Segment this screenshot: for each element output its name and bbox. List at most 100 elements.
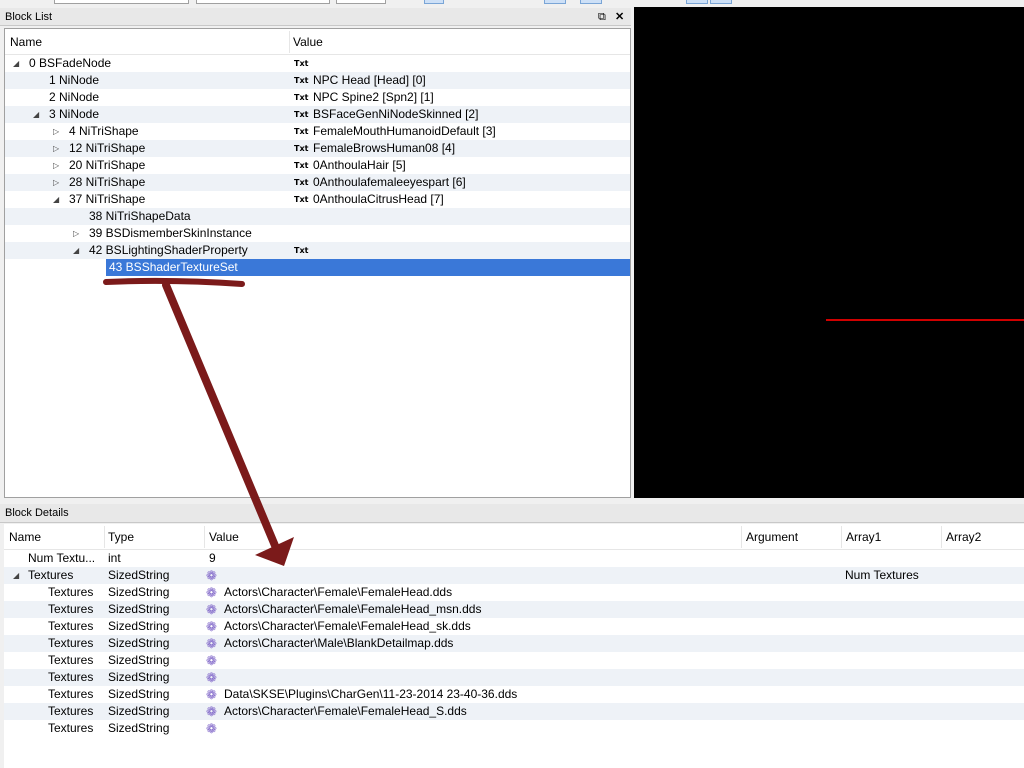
column-header-argument[interactable]: Argument xyxy=(746,524,798,550)
detail-type: SizedString xyxy=(108,636,170,650)
render-viewport[interactable] xyxy=(634,7,1024,498)
tree-row-selected[interactable]: 43 BSShaderTextureSet xyxy=(5,259,630,276)
toolbar-toggle-button[interactable] xyxy=(544,0,566,4)
sized-string-value-icon: ❁ xyxy=(206,568,217,583)
sized-string-value-icon: ❁ xyxy=(206,704,217,719)
detail-type: SizedString xyxy=(108,721,170,735)
tree-expanded-icon[interactable]: ◢ xyxy=(53,191,63,208)
detail-value[interactable]: Data\SKSE\Plugins\CharGen\11-23-2014 23-… xyxy=(224,686,517,703)
tree-row-name: 1 NiNode xyxy=(49,73,100,87)
tree-expanded-icon[interactable]: ◢ xyxy=(13,55,23,72)
render-axis-line xyxy=(826,319,1024,321)
detail-value[interactable]: 9 xyxy=(209,550,216,567)
toolbar-toggle-button[interactable] xyxy=(710,0,732,4)
detail-name: Textures xyxy=(48,653,94,667)
tree-collapsed-icon[interactable]: ▷ xyxy=(53,140,63,157)
tree-collapsed-icon[interactable]: ▷ xyxy=(53,174,63,191)
column-header-array2[interactable]: Array2 xyxy=(946,524,981,550)
tree-row[interactable]: 2 NiNode Txt NPC Spine2 [Spn2] [1] xyxy=(5,89,630,106)
detail-type: SizedString xyxy=(108,602,170,616)
detail-value[interactable]: Actors\Character\Female\FemaleHead_S.dds xyxy=(224,703,467,720)
column-header-value[interactable]: Value xyxy=(293,29,323,55)
tree-row[interactable]: ◢ 3 NiNode Txt BSFaceGenNiNodeSkinned [2… xyxy=(5,106,630,123)
text-value-icon: Txt xyxy=(294,93,309,102)
tree-row[interactable]: ◢ 42 BSLightingShaderProperty Txt xyxy=(5,242,630,259)
column-header-name[interactable]: Name xyxy=(10,29,42,55)
toolbar-field[interactable] xyxy=(196,0,330,4)
block-list-tree[interactable]: Name Value ◢ 0 BSFadeNode Txt 1 NiNode T… xyxy=(4,28,631,498)
column-header-name[interactable]: Name xyxy=(9,524,41,550)
detail-value[interactable]: Actors\Character\Female\FemaleHead_msn.d… xyxy=(224,601,481,618)
tree-row[interactable]: ◢ 0 BSFadeNode Txt xyxy=(5,55,630,72)
tree-row[interactable]: 38 NiTriShapeData xyxy=(5,208,630,225)
sized-string-value-icon: ❁ xyxy=(206,670,217,685)
sized-string-value-icon: ❁ xyxy=(206,721,217,736)
column-header-value[interactable]: Value xyxy=(209,524,239,550)
detail-name: Textures xyxy=(48,704,94,718)
detail-value[interactable]: Actors\Character\Female\FemaleHead_sk.dd… xyxy=(224,618,471,635)
tree-row-name: 38 NiTriShapeData xyxy=(89,209,191,223)
detail-row[interactable]: Num Textu... int 9 xyxy=(4,550,1024,567)
detail-array1: Num Textures xyxy=(845,568,919,582)
tree-row[interactable]: 1 NiNode Txt NPC Head [Head] [0] xyxy=(5,72,630,89)
tree-collapsed-icon[interactable]: ▷ xyxy=(53,157,63,174)
detail-type: SizedString xyxy=(108,670,170,684)
detail-value[interactable]: Actors\Character\Female\FemaleHead.dds xyxy=(224,584,452,601)
detail-name: Textures xyxy=(48,636,94,650)
tree-row[interactable]: ▷ 12 NiTriShape Txt FemaleBrowsHuman08 [… xyxy=(5,140,630,157)
detail-type: SizedString xyxy=(108,687,170,701)
tree-row[interactable]: ▷ 39 BSDismemberSkinInstance xyxy=(5,225,630,242)
tree-row-name: 4 NiTriShape xyxy=(69,124,139,138)
detail-value[interactable]: Actors\Character\Male\BlankDetailmap.dds xyxy=(224,635,453,652)
sized-string-value-icon: ❁ xyxy=(206,585,217,600)
close-icon[interactable]: ✕ xyxy=(615,8,624,26)
toolbar-toggle-button[interactable] xyxy=(686,0,708,4)
toolbar-button[interactable] xyxy=(336,0,386,4)
tree-row[interactable]: ▷ 4 NiTriShape Txt FemaleMouthHumanoidDe… xyxy=(5,123,630,140)
tree-row[interactable]: ▷ 20 NiTriShape Txt 0AnthoulaHair [5] xyxy=(5,157,630,174)
sized-string-value-icon: ❁ xyxy=(206,619,217,634)
tree-collapsed-icon[interactable]: ▷ xyxy=(53,123,63,140)
tree-row-value: 0AnthoulaHair [5] xyxy=(313,158,406,172)
tree-expanded-icon[interactable]: ◢ xyxy=(73,242,83,259)
column-header-array1[interactable]: Array1 xyxy=(846,524,881,550)
detail-row[interactable]: Textures SizedString ❁ xyxy=(4,669,1024,686)
toolbar-toggle-button[interactable] xyxy=(580,0,602,4)
tree-expanded-icon[interactable]: ◢ xyxy=(13,567,19,584)
tree-expanded-icon[interactable]: ◢ xyxy=(33,106,43,123)
tree-collapsed-icon[interactable]: ▷ xyxy=(73,225,83,242)
tree-row-name: 12 NiTriShape xyxy=(69,141,146,155)
detail-row[interactable]: Textures SizedString ❁ xyxy=(4,652,1024,669)
column-header-type[interactable]: Type xyxy=(108,524,134,550)
detail-row[interactable]: Textures SizedString ❁ Actors\Character\… xyxy=(4,618,1024,635)
text-value-icon: Txt xyxy=(294,161,309,170)
detail-row[interactable]: ◢ Textures SizedString ❁ Num Textures xyxy=(4,567,1024,584)
tree-row[interactable]: ▷ 28 NiTriShape Txt 0Anthoulafemaleeyesp… xyxy=(5,174,630,191)
tree-row-name: 39 BSDismemberSkinInstance xyxy=(89,226,252,240)
block-details-header: Name Type Value Argument Array1 Array2 xyxy=(4,524,1024,550)
tree-row-value: 0AnthoulaCitrusHead [7] xyxy=(313,192,444,206)
detail-name: Textures xyxy=(48,585,94,599)
detail-row[interactable]: Textures SizedString ❁ Actors\Character\… xyxy=(4,584,1024,601)
toolbar-field[interactable] xyxy=(54,0,189,4)
toolbar-toggle-button[interactable] xyxy=(424,0,444,4)
detail-row[interactable]: Textures SizedString ❁ Actors\Character\… xyxy=(4,635,1024,652)
detail-row[interactable]: Textures SizedString ❁ Actors\Character\… xyxy=(4,703,1024,720)
detail-row[interactable]: Textures SizedString ❁ xyxy=(4,720,1024,737)
tree-row-name: 3 NiNode xyxy=(49,107,100,121)
tree-row[interactable]: ◢ 37 NiTriShape Txt 0AnthoulaCitrusHead … xyxy=(5,191,630,208)
detail-name: Textures xyxy=(48,721,94,735)
block-details-title: Block Details xyxy=(5,507,69,519)
restore-window-icon[interactable]: ⧉ xyxy=(598,8,606,26)
text-value-icon: Txt xyxy=(294,246,309,255)
detail-row[interactable]: Textures SizedString ❁ Actors\Character\… xyxy=(4,601,1024,618)
tree-row-name: 43 BSShaderTextureSet xyxy=(109,260,238,274)
block-details-table[interactable]: Name Type Value Argument Array1 Array2 N… xyxy=(4,524,1024,768)
detail-name: Textures xyxy=(28,568,74,582)
tree-row-value: FemaleMouthHumanoidDefault [3] xyxy=(313,124,496,138)
sized-string-value-icon: ❁ xyxy=(206,636,217,651)
detail-row[interactable]: Textures SizedString ❁ Data\SKSE\Plugins… xyxy=(4,686,1024,703)
block-list-title: Block List xyxy=(5,11,53,23)
tree-row-name: 0 BSFadeNode xyxy=(29,56,112,70)
text-value-icon: Txt xyxy=(294,76,309,85)
